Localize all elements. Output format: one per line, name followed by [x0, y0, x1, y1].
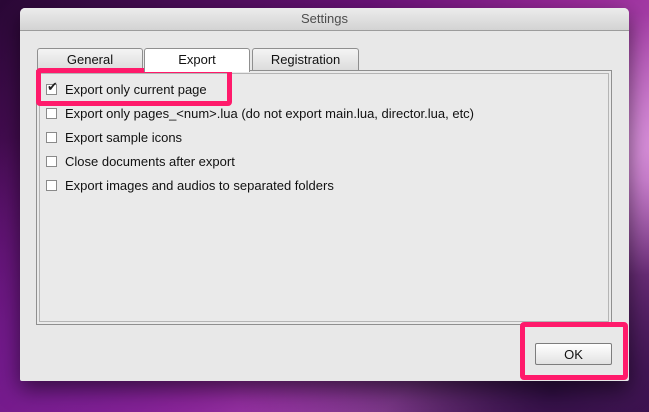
option-export-sample-icons[interactable]: Export sample icons	[46, 128, 182, 146]
checkbox-separate-folders[interactable]	[46, 179, 57, 191]
checkbox-export-sample-icons[interactable]	[46, 131, 57, 143]
export-panel: ✔ Export only current page Export only p…	[36, 70, 612, 325]
tab-export[interactable]: Export	[144, 48, 250, 72]
checkmark-icon: ✔	[47, 78, 58, 94]
option-separate-folders[interactable]: Export images and audios to separated fo…	[46, 176, 334, 194]
option-export-current-page[interactable]: ✔ Export only current page	[46, 79, 207, 98]
checkbox-close-documents[interactable]	[46, 155, 57, 167]
option-label: Export only current page	[65, 81, 207, 97]
tab-general[interactable]: General	[37, 48, 143, 70]
option-label: Export only pages_<num>.lua (do not expo…	[65, 105, 475, 121]
option-label: Close documents after export	[65, 153, 235, 169]
checkbox-export-current-page[interactable]: ✔	[46, 79, 58, 95]
option-close-documents[interactable]: Close documents after export	[46, 152, 235, 170]
option-export-only-pages[interactable]: Export only pages_<num>.lua (do not expo…	[46, 104, 474, 122]
settings-window: Settings General Export Registration ✔ E…	[20, 8, 629, 381]
checkbox-export-only-pages[interactable]	[46, 107, 57, 119]
tab-registration[interactable]: Registration	[252, 48, 359, 70]
option-label: Export sample icons	[65, 129, 183, 145]
ok-button[interactable]: OK	[535, 343, 612, 365]
window-title: Settings	[20, 8, 629, 31]
option-label: Export images and audios to separated fo…	[65, 177, 334, 193]
